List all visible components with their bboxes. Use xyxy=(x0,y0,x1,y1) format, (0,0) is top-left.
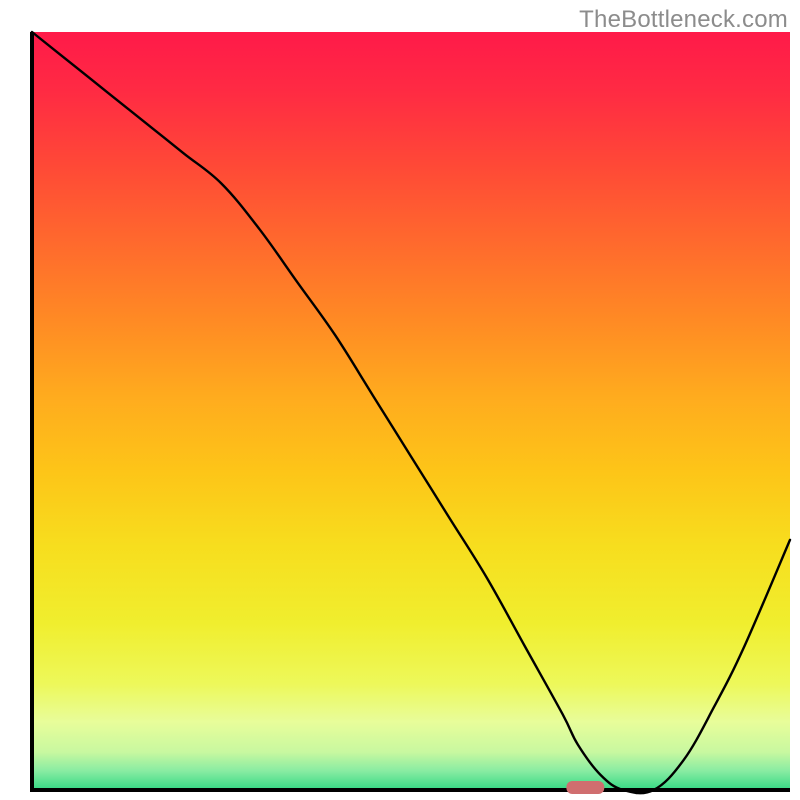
chart-container: TheBottleneck.com xyxy=(0,0,800,800)
optimal-marker xyxy=(566,781,604,794)
plot-background xyxy=(32,32,790,790)
plot-svg xyxy=(0,0,800,800)
